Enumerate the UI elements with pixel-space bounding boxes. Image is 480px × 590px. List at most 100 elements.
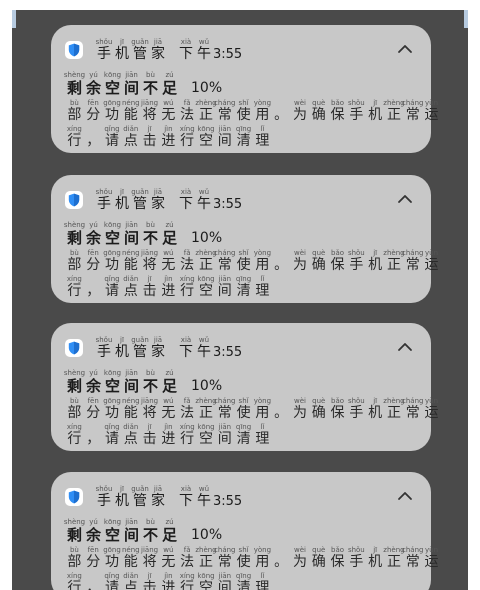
annotated-character: 。 <box>272 546 291 570</box>
annotated-character: xíng 行 <box>65 572 84 590</box>
hanzi-character: ， <box>86 579 101 590</box>
annotated-character: bǎo 保 <box>328 99 347 123</box>
annotated-character: wú 无 <box>159 397 178 421</box>
hanzi-character: 功 <box>104 404 119 421</box>
annotated-character: wú 无 <box>159 546 178 570</box>
hanzi-character: 余 <box>85 229 101 247</box>
hanzi-character: 剩 <box>66 229 82 247</box>
hanzi-character: 下 <box>179 343 193 360</box>
hanzi-character: 管 <box>133 45 147 62</box>
hanzi-character: 理 <box>255 282 270 299</box>
notification-card[interactable]: shǒu 手 jī 机 guǎn 管 jiā 家 xià 下 wǔ 午 3:55 shèng 剩 yú 余 kōn… <box>51 323 439 451</box>
storage-percentage: 10% <box>191 229 223 246</box>
annotated-character: què 确 <box>309 546 328 570</box>
hanzi-character: 间 <box>123 377 139 395</box>
annotated-character: diǎn 点 <box>121 125 140 149</box>
annotated-character: jiā 家 <box>149 485 167 509</box>
hanzi-character: 手 <box>349 404 364 421</box>
annotated-character: zhèng 正 <box>383 249 404 273</box>
hanzi-character: 午 <box>197 492 211 509</box>
annotated-character: jiān 间 <box>122 221 141 247</box>
notification-card[interactable]: shǒu 手 jī 机 guǎn 管 jiā 家 xià 下 wǔ 午 3:55 shèng 剩 yú 余 kōn… <box>51 472 439 590</box>
annotated-character: yú 余 <box>84 71 103 97</box>
hanzi-character: 使 <box>236 553 251 570</box>
annotated-character: néng 能 <box>121 397 140 421</box>
annotated-character: wǔ 午 <box>195 336 213 360</box>
hanzi-character: 常 <box>405 106 420 123</box>
annotated-character: diǎn 点 <box>121 275 140 299</box>
hanzi-character: 法 <box>180 106 195 123</box>
chevron-up-icon[interactable] <box>395 189 415 209</box>
hanzi-character: 用 <box>255 553 270 570</box>
annotated-character: cháng 常 <box>402 397 423 421</box>
annotated-character: shǐ 使 <box>234 249 253 273</box>
annotated-character: jiān 间 <box>122 71 141 97</box>
annotated-character: bǎo 保 <box>328 546 347 570</box>
notification-title: shèng 剩 yú 余 kōng 空 jiān 间 bù 不 zú 足 10% <box>64 71 417 97</box>
annotated-character: zhèng 正 <box>195 546 216 570</box>
annotated-character: cháng 常 <box>402 546 423 570</box>
annotated-character: jī 机 <box>113 336 131 360</box>
hanzi-character: 家 <box>151 195 165 212</box>
annotated-character: jī 击 <box>140 423 159 447</box>
hanzi-character: 理 <box>255 132 270 149</box>
annotated-character: bù 部 <box>65 249 84 273</box>
hanzi-character: 间 <box>217 132 232 149</box>
hanzi-character: 午 <box>197 195 211 212</box>
storage-percentage: 10% <box>191 526 223 543</box>
annotated-character: kōng 空 <box>197 275 216 299</box>
annotated-character: néng 能 <box>121 99 140 123</box>
annotated-character: fēn 分 <box>84 99 103 123</box>
annotated-character: bù 不 <box>141 71 160 97</box>
hanzi-character: 正 <box>386 553 401 570</box>
annotated-character: yú 余 <box>84 221 103 247</box>
annotated-character: jī 击 <box>140 125 159 149</box>
hanzi-character: 不 <box>142 526 158 544</box>
annotated-character: gōng 功 <box>103 99 122 123</box>
hanzi-character: 空 <box>198 132 213 149</box>
notification-card[interactable]: shǒu 手 jī 机 guǎn 管 jiā 家 xià 下 wǔ 午 3:55 shèng 剩 yú 余 kōn… <box>51 25 439 153</box>
hanzi-character: 清 <box>236 132 251 149</box>
screen-edge-left <box>12 10 16 28</box>
annotated-character: què 确 <box>309 397 328 421</box>
hanzi-character: 空 <box>104 377 120 395</box>
chevron-up-icon[interactable] <box>395 486 415 506</box>
app-name-and-time: shǒu 手 jī 机 guǎn 管 jiā 家 xià 下 wǔ 午 3:55 <box>95 38 243 62</box>
annotated-character: xíng 行 <box>65 125 84 149</box>
hanzi-character: 不 <box>142 79 158 97</box>
annotated-character: bǎo 保 <box>328 249 347 273</box>
annotated-character: kōng 空 <box>103 221 122 247</box>
hanzi-character: 清 <box>236 282 251 299</box>
hanzi-character: 行 <box>67 282 82 299</box>
notification-header: shǒu 手 jī 机 guǎn 管 jiā 家 xià 下 wǔ 午 3:55 <box>65 37 417 63</box>
chevron-up-icon[interactable] <box>395 337 415 357</box>
hanzi-character: 手 <box>97 195 111 212</box>
hanzi-character: 余 <box>85 526 101 544</box>
hanzi-character: 分 <box>86 106 101 123</box>
annotated-character: kōng 空 <box>197 572 216 590</box>
app-name-and-time: shǒu 手 jī 机 guǎn 管 jiā 家 xià 下 wǔ 午 3:55 <box>95 336 243 360</box>
notification-card[interactable]: shǒu 手 jī 机 guǎn 管 jiā 家 xià 下 wǔ 午 3:55 shèng 剩 yú 余 kōn… <box>51 175 439 303</box>
notification-body-line: bù 部 fēn 分 gōng 功 néng 能 jiāng 将 wú 无 fǎ 法 zhèng 正 cháng… <box>65 249 438 273</box>
hanzi-character: 空 <box>198 282 213 299</box>
hanzi-character: 家 <box>151 492 165 509</box>
annotated-character: yòng 用 <box>253 397 272 421</box>
annotated-character: bù 不 <box>141 369 160 395</box>
hanzi-character: 管 <box>133 492 147 509</box>
annotated-character: jiāng 将 <box>140 249 159 273</box>
annotated-character: ， <box>84 572 103 590</box>
annotated-character: fǎ 法 <box>178 546 197 570</box>
annotated-character: lǐ 理 <box>253 572 272 590</box>
hanzi-character: 用 <box>255 106 270 123</box>
annotated-character: xíng 行 <box>178 125 197 149</box>
hanzi-character: 将 <box>142 256 157 273</box>
annotated-character: néng 能 <box>121 546 140 570</box>
annotated-character: xià 下 <box>177 485 195 509</box>
annotated-character: guǎn 管 <box>131 38 149 62</box>
annotated-character: wú 无 <box>159 99 178 123</box>
annotated-character: què 确 <box>309 99 328 123</box>
chevron-up-icon[interactable] <box>395 39 415 59</box>
hanzi-character: 分 <box>86 404 101 421</box>
annotated-character: qǐng 请 <box>103 125 122 149</box>
annotated-character: jiān 间 <box>215 275 234 299</box>
